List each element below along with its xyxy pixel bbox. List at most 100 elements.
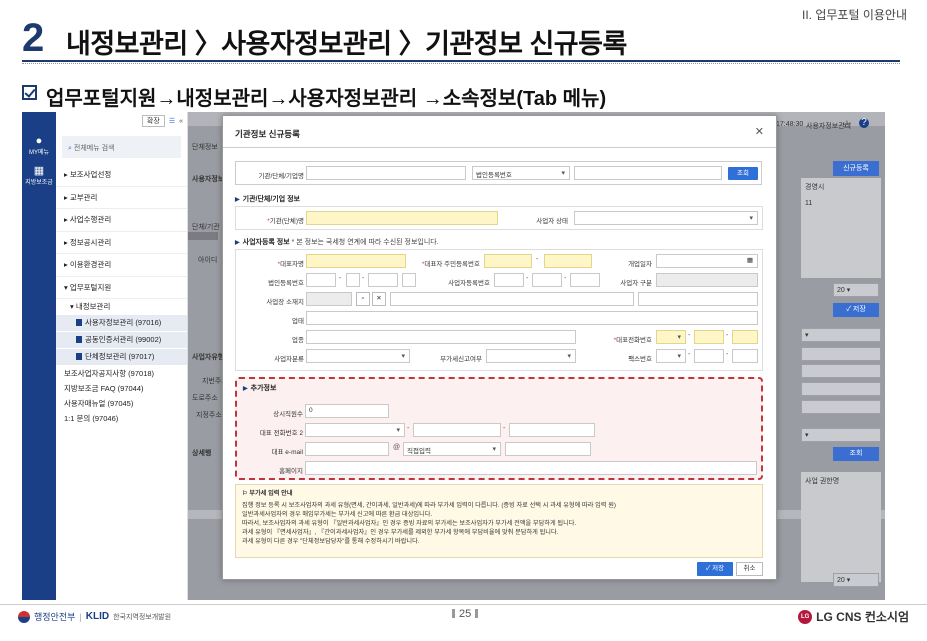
slide-section-label: II. 업무포털 이용안내 (802, 8, 907, 22)
notice-line: 집행 정보 등록 시 보조사업자의 과세 유형(면세, 간이과세, 일반과세)에… (242, 502, 616, 509)
menu-item-label: 사업수행관리 (69, 215, 112, 224)
staff-input[interactable]: 0 (305, 404, 389, 418)
rep-phone-end-input[interactable] (732, 330, 758, 344)
bg-save-button[interactable]: ✓ 저장 (833, 303, 879, 317)
bg-input[interactable] (801, 347, 881, 361)
leftbar-my-menu[interactable]: ● MY메뉴 (22, 130, 56, 160)
biz-num-input-3[interactable] (570, 273, 600, 287)
org-name-search-input[interactable] (306, 166, 466, 180)
fax-mid-input[interactable] (694, 349, 724, 363)
bg-input[interactable] (801, 400, 881, 414)
document-icon (76, 336, 82, 343)
corp-num-input-3[interactable] (368, 273, 398, 287)
rep-phone-mid-input[interactable] (694, 330, 724, 344)
calendar-icon[interactable]: ▦ (747, 256, 753, 264)
close-icon[interactable]: ✕ (755, 125, 764, 138)
bg-perm-list (801, 472, 881, 582)
leaf-item-user-info[interactable]: 사용자정보관리 (97016) (56, 315, 187, 331)
biz-num-input-2[interactable] (532, 273, 562, 287)
corp-num-input-4[interactable] (402, 273, 416, 287)
addr-input[interactable] (390, 292, 634, 306)
person-icon: ● (35, 135, 43, 147)
menu-link[interactable]: 사용자매뉴얼 (97045) (56, 396, 187, 411)
vat-notice: ⚐ 부가세 입력 안내 집행 정보 등록 시 보조사업자의 과세 유형(면세, … (235, 484, 763, 558)
bg-col: 경영시 (805, 184, 825, 191)
staff-label: 상시직원수 (273, 411, 303, 418)
homepage-input[interactable] (305, 461, 757, 475)
menu-toolbar: 확장 ☰ « (56, 112, 187, 130)
vat-select[interactable] (486, 349, 576, 363)
dash: - (362, 275, 365, 282)
bg-perm-label: 사업 권한명 (805, 478, 840, 485)
item-input[interactable] (306, 330, 576, 344)
org-name-input[interactable] (306, 211, 498, 225)
leaf-item-cert[interactable]: 공동인증서관리 (99002) (56, 332, 187, 348)
notice-line: 따라서, 보조사업자의 과세 유형이 『일반과세사업자』인 경우 증빙 자료의 … (242, 520, 577, 527)
corp-num-input-1[interactable] (306, 273, 336, 287)
section-title: 사업자등록 정보 (242, 239, 290, 246)
rep-phone-select[interactable] (656, 330, 686, 344)
menu-search-input[interactable]: ⌕ 전체메뉴 검색 (62, 136, 181, 158)
email-domain-input[interactable] (505, 442, 591, 456)
addr-detail-input[interactable] (638, 292, 758, 306)
bg-select[interactable]: ▾ (801, 328, 881, 342)
search-type-select[interactable]: 법인등록번호 (472, 166, 570, 180)
fax-end-input[interactable] (732, 349, 758, 363)
bg-label: 단체정보 (192, 144, 218, 151)
biz-num-input-1[interactable] (494, 273, 524, 287)
dash: - (726, 351, 729, 358)
modal-search-button[interactable]: 조회 (728, 167, 758, 180)
bg-select[interactable]: ▾ (801, 428, 881, 442)
item-label: 업종 (292, 337, 304, 344)
fax-select[interactable] (656, 349, 686, 363)
collapse-icon[interactable]: « (179, 118, 183, 125)
search-icon[interactable]: ⌕ (356, 292, 370, 306)
leftbar-subsidy[interactable]: ▦ 지방보조금 (22, 160, 56, 190)
help-icon[interactable]: ? (859, 118, 869, 128)
email-domain-select[interactable]: 직접입력 (403, 442, 501, 456)
rep-id-front-input[interactable] (484, 254, 532, 268)
menu-item-expanded[interactable]: ▾ 업무포털지원 (56, 277, 187, 299)
menu-item[interactable]: ▸ 정보공시관리 (56, 232, 187, 254)
menu-link[interactable]: 1:1 문의 (97046) (56, 411, 187, 426)
bg-input[interactable] (801, 382, 881, 396)
bg-search-button[interactable]: 조회 (833, 447, 879, 461)
email-id-input[interactable] (305, 442, 389, 456)
expand-button[interactable]: 확장 (141, 115, 165, 127)
submenu-item[interactable]: ▾ 내정보관리 (56, 299, 187, 315)
menu-item[interactable]: ▸ 교부관리 (56, 187, 187, 209)
save-label: 저장 (712, 565, 725, 572)
phone2-end-input[interactable] (509, 423, 595, 437)
open-date-input[interactable]: ▦ (656, 254, 758, 268)
bg-input[interactable] (801, 364, 881, 378)
corp-num-input-2[interactable] (346, 273, 360, 287)
modal-cancel-button[interactable]: 취소 (736, 562, 763, 576)
klid-name: 한국지역정보개발원 (113, 613, 172, 621)
phone2-select[interactable] (305, 423, 405, 437)
search-value-input[interactable] (574, 166, 722, 180)
menu-link[interactable]: 지방보조금 FAQ (97044) (56, 381, 187, 396)
menu-link[interactable]: 보조사업자공지사항 (97018) (56, 366, 187, 381)
star-icon[interactable]: ☆ (842, 118, 852, 131)
biz-status-select[interactable] (574, 211, 758, 225)
modal-save-button[interactable]: ✓ 저장 (697, 562, 733, 576)
menu-item[interactable]: ▸ 이용환경관리 (56, 254, 187, 277)
leaf-item-org-info[interactable]: 단체정보관리 (97017) (56, 349, 187, 365)
menu-item[interactable]: ▸ 보조사업선정 (56, 164, 187, 187)
menu-item-label: 정보공시관리 (69, 237, 112, 247)
rep-id-back-input[interactable] (544, 254, 592, 268)
list-icon[interactable]: ☰ (169, 117, 175, 125)
bg-new-button[interactable]: 신규등록 (833, 161, 879, 176)
dash: - (503, 425, 506, 432)
email-select-value: 직접입력 (407, 448, 431, 455)
business-input[interactable] (306, 311, 758, 325)
email-label: 대표 e-mail (271, 449, 303, 456)
phone2-mid-input[interactable] (413, 423, 501, 437)
bg-page-size[interactable]: 20 ▾ (833, 283, 879, 297)
biz-kind-select[interactable] (306, 349, 410, 363)
slide-number: 2 (22, 16, 45, 60)
menu-item[interactable]: ▸ 사업수행관리 (56, 209, 187, 232)
clear-icon[interactable]: ✕ (372, 292, 386, 306)
rep-name-input[interactable] (306, 254, 406, 268)
bg-page-size-bottom[interactable]: 20 ▾ (833, 573, 879, 587)
